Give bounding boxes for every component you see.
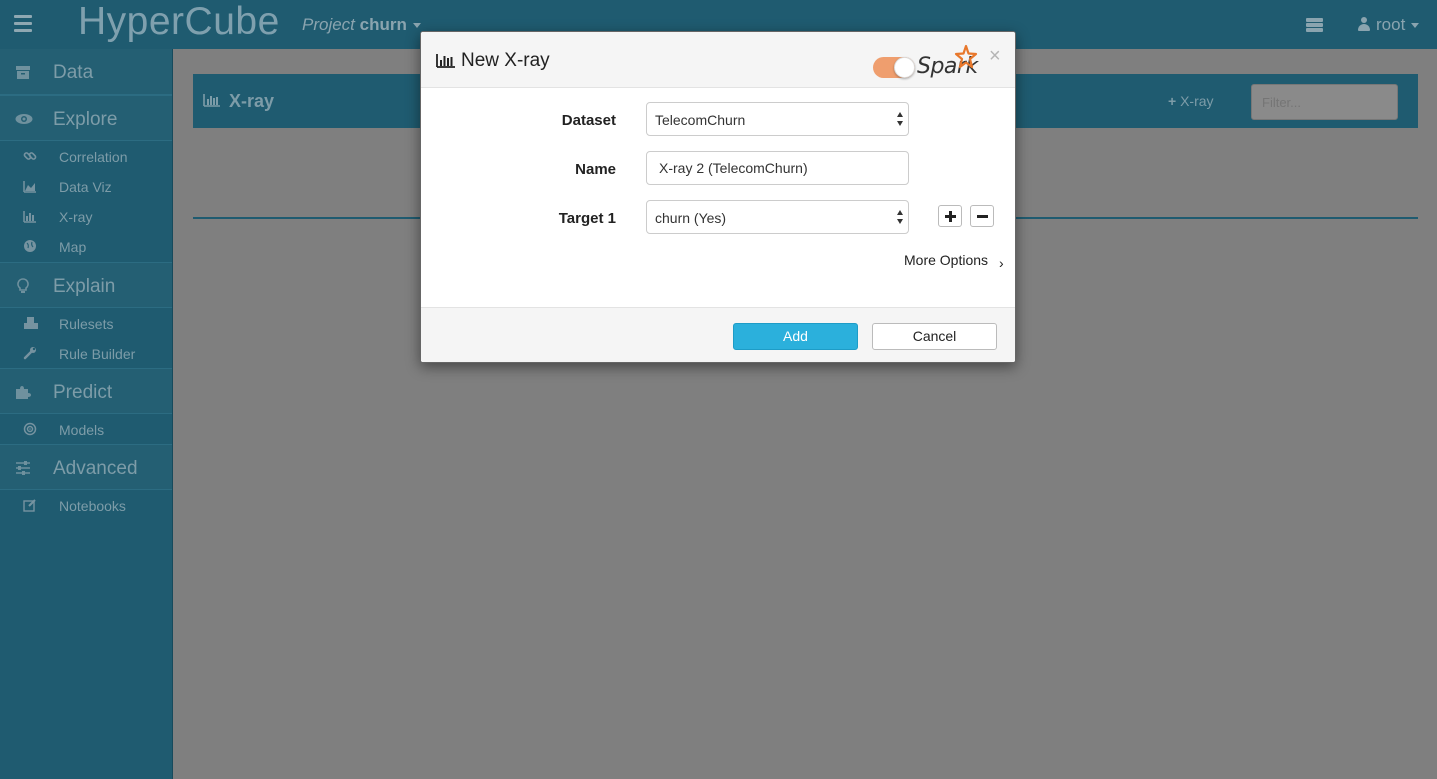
sidebar-item-label: Rule Builder bbox=[59, 346, 136, 362]
close-icon[interactable]: × bbox=[989, 46, 1001, 66]
sidebar-item-label: X-ray bbox=[59, 209, 93, 225]
select-arrows-icon bbox=[897, 112, 904, 126]
sidebar-item-label: Rulesets bbox=[59, 316, 114, 332]
sidebar-item-correlation[interactable]: Correlation bbox=[0, 141, 172, 171]
sidebar-item-rulesets[interactable]: Rulesets bbox=[0, 308, 172, 338]
sidebar-section-advanced[interactable]: Advanced bbox=[0, 444, 172, 490]
spark-toggle[interactable] bbox=[873, 57, 915, 78]
eye-icon bbox=[15, 111, 33, 127]
sidebar-item-label: Models bbox=[59, 422, 105, 438]
sidebar-section-label: Explore bbox=[53, 109, 118, 130]
sidebar-section-label: Predict bbox=[53, 382, 113, 403]
cubes-icon bbox=[23, 316, 38, 330]
sidebar-section-explore[interactable]: Explore bbox=[0, 95, 172, 141]
sliders-icon bbox=[15, 460, 31, 476]
project-name: churn bbox=[359, 15, 407, 34]
sidebar-item-label: Notebooks bbox=[59, 498, 126, 514]
minus-icon bbox=[977, 215, 988, 218]
spark-star-icon bbox=[953, 44, 979, 70]
server-icon[interactable] bbox=[1306, 18, 1323, 32]
lightbulb-icon bbox=[15, 278, 31, 294]
select-arrows-icon bbox=[897, 210, 904, 224]
toggle-knob bbox=[894, 57, 915, 78]
sidebar-item-label: Data Viz bbox=[59, 179, 112, 195]
sidebar-item-data-viz[interactable]: Data Viz bbox=[0, 171, 172, 201]
wrench-icon bbox=[23, 346, 37, 360]
sidebar-section-explain[interactable]: Explain bbox=[0, 262, 172, 308]
sidebar-section-label: Advanced bbox=[53, 458, 138, 479]
sidebar-section-data[interactable]: Data bbox=[0, 49, 172, 95]
sidebar-item-notebooks[interactable]: Notebooks bbox=[0, 490, 172, 520]
sidebar-item-models[interactable]: Models bbox=[0, 414, 172, 444]
project-dropdown[interactable]: Project churn bbox=[302, 15, 421, 35]
globe-icon bbox=[23, 239, 37, 253]
app-brand[interactable]: HyperCube bbox=[78, 0, 280, 44]
new-xray-modal: New X-ray Spark × Dataset TelecomChurn N… bbox=[420, 31, 1016, 363]
puzzle-icon bbox=[15, 384, 31, 400]
area-chart-icon bbox=[23, 179, 37, 193]
user-menu[interactable]: root bbox=[1358, 15, 1420, 35]
add-xray-button[interactable]: + X-ray bbox=[1168, 93, 1214, 109]
caret-down-icon bbox=[1411, 23, 1420, 29]
modal-title: New X-ray bbox=[461, 50, 550, 71]
sidebar-item-map[interactable]: Map bbox=[0, 231, 172, 262]
chevron-right-icon[interactable]: › bbox=[999, 255, 1004, 271]
sidebar: Data Explore Correlation Data Viz X-ray … bbox=[0, 49, 173, 779]
user-icon bbox=[1358, 17, 1370, 31]
sidebar-item-rule-builder[interactable]: Rule Builder bbox=[0, 338, 172, 368]
plus-icon: + bbox=[1168, 93, 1177, 109]
sidebar-item-label: Correlation bbox=[59, 149, 128, 165]
add-target-button[interactable] bbox=[938, 205, 962, 227]
add-button[interactable]: Add bbox=[733, 323, 858, 350]
target-label: Target 1 bbox=[558, 210, 616, 227]
project-prefix: Project bbox=[302, 15, 355, 34]
cancel-button[interactable]: Cancel bbox=[872, 323, 997, 350]
sidebar-section-label: Explain bbox=[53, 276, 116, 297]
sidebar-item-x-ray[interactable]: X-ray bbox=[0, 201, 172, 231]
modal-footer: Add Cancel bbox=[421, 307, 1015, 362]
filter-input[interactable] bbox=[1251, 84, 1398, 120]
dataset-select[interactable]: TelecomChurn bbox=[646, 102, 909, 136]
target-value: churn (Yes) bbox=[655, 210, 727, 226]
user-name: root bbox=[1376, 15, 1406, 34]
name-field[interactable] bbox=[646, 151, 909, 185]
page-title: X-ray bbox=[229, 91, 275, 111]
sidebar-item-label: Map bbox=[59, 239, 87, 255]
name-label: Name bbox=[575, 161, 616, 178]
archive-icon bbox=[15, 64, 31, 80]
bar-chart-icon bbox=[203, 93, 221, 107]
sidebar-section-label: Data bbox=[53, 62, 94, 83]
plus-icon-stroke bbox=[949, 211, 952, 222]
dataset-value: TelecomChurn bbox=[655, 112, 746, 128]
bullseye-icon bbox=[23, 422, 37, 436]
sidebar-section-predict[interactable]: Predict bbox=[0, 368, 172, 414]
remove-target-button[interactable] bbox=[970, 205, 994, 227]
bar-chart-icon bbox=[23, 209, 37, 223]
dataset-label: Dataset bbox=[561, 112, 616, 129]
caret-down-icon bbox=[412, 23, 421, 29]
edit-icon bbox=[23, 498, 37, 512]
bar-chart-icon bbox=[436, 53, 456, 68]
modal-header: New X-ray Spark × bbox=[421, 32, 1015, 88]
hamburger-menu-icon[interactable] bbox=[14, 15, 32, 33]
add-xray-label: X-ray bbox=[1180, 93, 1214, 109]
link-icon bbox=[23, 149, 37, 163]
target-select[interactable]: churn (Yes) bbox=[646, 200, 909, 234]
more-options-link[interactable]: More Options bbox=[904, 252, 988, 268]
